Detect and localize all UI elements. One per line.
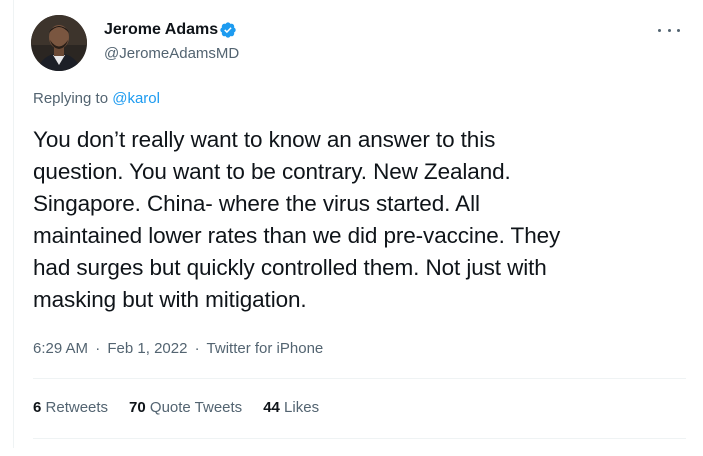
author-name[interactable]: Jerome Adams (104, 20, 218, 40)
meta-separator: · (95, 340, 101, 357)
quote-tweets-count: 70 (129, 399, 146, 416)
retweets-stat[interactable]: 6 Retweets (33, 398, 108, 418)
quote-tweets-stat[interactable]: 70 Quote Tweets (129, 398, 242, 418)
avatar[interactable] (31, 15, 87, 71)
meta-separator: · (194, 340, 200, 357)
more-options-button[interactable] (656, 22, 682, 38)
reply-mention-link[interactable]: @karol (112, 90, 160, 107)
likes-label: Likes (284, 399, 320, 416)
tweet-card: Jerome Adams @JeromeAdamsMD Replying to … (0, 0, 703, 456)
tweet-meta: 6:29 AM · Feb 1, 2022 · Twitter for iPho… (33, 339, 323, 359)
verified-badge-icon (220, 22, 236, 38)
replying-to-label: Replying to (33, 90, 113, 107)
left-border (13, 0, 14, 448)
tweet-date-link[interactable]: Feb 1, 2022 (107, 340, 187, 357)
tweet-time-link[interactable]: 6:29 AM (33, 340, 88, 357)
divider (33, 378, 686, 379)
more-horizontal-icon (658, 28, 661, 32)
divider (33, 438, 686, 439)
more-horizontal-icon (667, 28, 671, 32)
tweet-stats: 6 Retweets 70 Quote Tweets 44 Likes (33, 398, 340, 418)
author-handle[interactable]: @JeromeAdamsMD (104, 44, 239, 64)
retweets-count: 6 (33, 399, 42, 416)
tweet-source-link[interactable]: Twitter for iPhone (207, 340, 324, 357)
avatar-image (31, 15, 87, 71)
likes-count: 44 (263, 399, 280, 416)
more-horizontal-icon (677, 28, 680, 32)
retweets-label: Retweets (45, 399, 109, 416)
likes-stat[interactable]: 44 Likes (263, 398, 319, 418)
quote-tweets-label: Quote Tweets (149, 399, 243, 416)
replying-to: Replying to @karol (33, 89, 160, 109)
tweet-text: You don’t really want to know an answer … (33, 127, 561, 312)
